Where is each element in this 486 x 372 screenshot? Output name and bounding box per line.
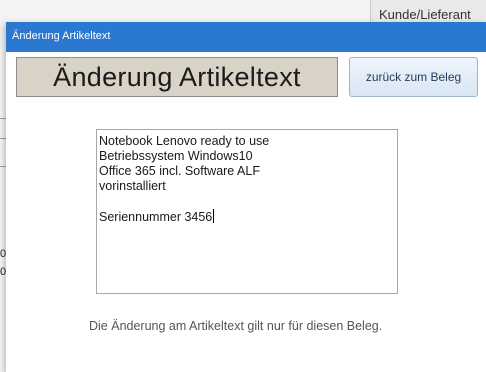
article-text-line — [99, 194, 397, 209]
article-text-field[interactable]: Notebook Lenovo ready to use Betriebssys… — [96, 129, 398, 294]
dialog-title: Änderung Artikeltext — [12, 30, 111, 42]
article-text-line: Office 365 incl. Software ALF — [99, 164, 260, 178]
dialog-heading: Änderung Artikeltext — [16, 57, 338, 97]
back-to-document-button[interactable]: zurück zum Beleg — [349, 57, 478, 97]
article-text-line: Betriebssystem Windows10 — [99, 149, 253, 163]
article-text-line-last: Seriennummer 3456 — [99, 209, 397, 224]
article-text-line: Seriennummer 3456 — [99, 210, 213, 224]
article-text-dialog: Änderung Artikeltext Änderung Artikeltex… — [6, 22, 486, 372]
dialog-titlebar[interactable]: Änderung Artikeltext — [6, 22, 486, 52]
article-text-line: vorinstalliert — [99, 179, 166, 193]
dialog-header-row: Änderung Artikeltext zurück zum Beleg — [16, 57, 478, 97]
screen: Kunde/Lieferant 0 0 Änderung Artikeltext… — [0, 0, 486, 372]
background-tab-label: Kunde/Lieferant — [379, 7, 471, 22]
text-cursor — [213, 209, 215, 223]
info-note: Die Änderung am Artikeltext gilt nur für… — [89, 319, 383, 333]
article-text-line: Notebook Lenovo ready to use — [99, 134, 270, 148]
